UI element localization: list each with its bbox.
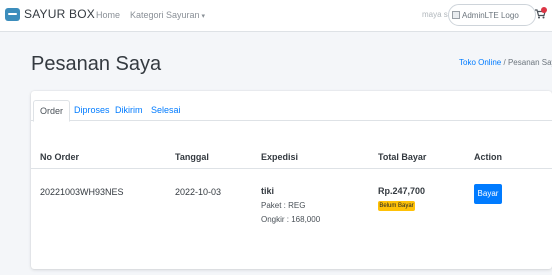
breadcrumb-toko-online-link[interactable]: Toko Online [459,58,501,67]
brand-text: SAYUR BOX [24,7,95,21]
expedisi-ongkir: Ongkir : 168,000 [261,215,321,224]
nav-home-link[interactable]: Home [96,10,120,20]
status-badge: Belum Bayar [378,201,415,211]
page-title: Pesanan Saya [31,53,162,75]
breadcrumb-separator: / [503,58,506,67]
tab-order[interactable]: Order [33,100,71,122]
brand[interactable]: SAYUR BOX [5,7,95,21]
broken-image-icon [452,11,460,19]
caret-down-icon: ▾ [201,13,206,20]
order-tabs: Order Diproses Dikirim Selesai [31,91,552,122]
bayar-button[interactable]: Bayar [474,184,502,204]
column-header-expedisi: Expedisi [261,152,299,162]
user-avatar[interactable]: AdminLTE Logo [448,4,536,26]
breadcrumb-active: Pesanan Saya [507,58,552,67]
top-navbar: SAYUR BOX Home Kategori Sayuran ▾ maya sa… [0,0,552,32]
order-date: 2022-10-03 [175,187,222,197]
nav-kategori-dropdown[interactable]: Kategori Sayuran ▾ [130,10,205,20]
breadcrumb: Toko Online / Pesanan Saya [459,58,552,67]
orders-card: Order Diproses Dikirim Selesai No Order … [31,91,552,269]
expedisi-courier: tiki [261,186,275,196]
user-avatar-alt-text: AdminLTE Logo [462,10,519,20]
column-header-action: Action [474,152,502,162]
expedisi-paket: Paket : REG [261,201,306,210]
total-bayar-value: Rp.247,700 [378,186,426,196]
nav-kategori-label: Kategori Sayuran [130,10,200,20]
table-header-divider [31,168,552,169]
tab-selesai[interactable]: Selesai [145,100,187,122]
column-header-tanggal: Tanggal [175,152,209,162]
order-number: 20221003WH93NES [40,187,124,197]
column-header-total-bayar: Total Bayar [378,152,427,162]
cart-badge [541,7,547,13]
column-header-no-order: No Order [40,152,80,162]
tab-dikirim[interactable]: Dikirim [109,100,149,122]
brand-logo-icon [5,7,20,21]
